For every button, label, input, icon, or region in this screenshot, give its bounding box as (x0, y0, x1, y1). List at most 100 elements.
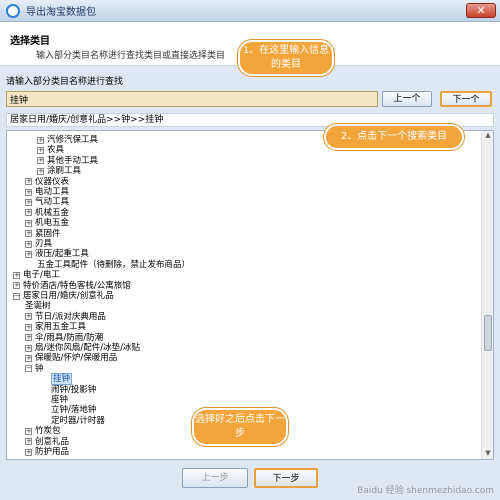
tree-item-label: 汽修汽保工具 (47, 135, 99, 145)
watermark: Baidu 经验 shenmezhidao.com (357, 486, 494, 496)
close-button[interactable]: ✕ (466, 3, 496, 18)
tree-item[interactable]: + 其他手动工具 (37, 156, 98, 166)
title-bar: 导出淘宝数据包 ✕ (0, 0, 500, 22)
tree-item[interactable]: + 电子/电工 (13, 270, 60, 280)
expand-icon[interactable]: + (25, 448, 32, 456)
expand-icon[interactable]: + (25, 240, 32, 248)
annotation-next-match-hint: 2、点击下一个搜索类目 (324, 124, 464, 150)
annotation-next-step-hint: 选择好之后点击下一步 (192, 408, 288, 446)
tree-item-label: 钟 (35, 363, 44, 374)
tree-item-label: 电动工具 (35, 187, 70, 197)
tree-item[interactable]: 定时器/计时器 (51, 416, 105, 426)
tree-item[interactable]: + 涂刷工具 (37, 166, 81, 176)
tree-item[interactable]: + 汽修汽保工具 (37, 135, 98, 145)
expand-icon[interactable]: + (25, 323, 32, 331)
tree-item[interactable]: 圣诞树 (25, 301, 51, 311)
tree-item[interactable]: 立钟/落地钟 (51, 405, 96, 415)
expand-icon[interactable]: + (25, 198, 32, 206)
expand-icon[interactable]: + (25, 344, 32, 352)
tree-scrollbar[interactable]: ▲ ▼ (481, 131, 493, 459)
expand-icon[interactable]: + (25, 188, 32, 196)
window-title: 导出淘宝数据包 (26, 7, 96, 18)
header-description: 输入部分类目名称进行查找类目或直接选择类目 (36, 51, 226, 61)
tree-item[interactable]: 挂钟 (51, 373, 73, 386)
tree-item[interactable]: + 电动工具 (25, 187, 69, 197)
expand-icon[interactable]: + (25, 178, 32, 186)
tree-item[interactable]: 座钟 (51, 395, 68, 405)
tree-item-label: 机械五金 (35, 207, 70, 218)
app-icon (6, 3, 20, 18)
tree-item[interactable]: + 机械五金 (25, 208, 69, 218)
expand-icon[interactable]: + (25, 313, 32, 321)
back-button[interactable]: 上一步 (182, 468, 248, 488)
next-match-button[interactable]: 下一个 (440, 91, 492, 107)
expand-icon[interactable]: + (13, 271, 20, 279)
tree-item-label: 气动工具 (35, 197, 70, 208)
tree-item[interactable]: − 居家日用/婚庆/创意礼品 (13, 291, 114, 301)
tree-item-label: 其他手动工具 (47, 155, 99, 166)
tree-item-label: 涂刷工具 (47, 166, 82, 177)
expand-icon[interactable]: + (25, 250, 32, 258)
collapse-icon[interactable]: − (25, 365, 32, 373)
scroll-down-icon[interactable]: ▼ (483, 449, 493, 459)
scrollbar-thumb[interactable] (484, 315, 492, 351)
tree-item[interactable]: + 保暖贴/怀炉/保暖用品 (25, 353, 117, 363)
tree-item-label: 防护用品 (35, 447, 70, 457)
tree-item-label: 居家日用/婚庆/创意礼品 (23, 291, 114, 301)
tree-item[interactable]: 五金工具配件（待删除，禁止发布商品） (37, 260, 190, 270)
tree-item-label: 特价酒店/特色客栈/公寓旅馆 (23, 280, 131, 291)
tree-item[interactable]: + 液压/起重工具 (25, 249, 89, 259)
collapse-icon[interactable]: − (13, 292, 20, 300)
tree-item[interactable]: + 节日/派对庆典用品 (25, 312, 106, 322)
tree-item-label: 座钟 (51, 395, 69, 405)
expand-icon[interactable]: + (37, 157, 44, 165)
expand-icon[interactable]: + (25, 219, 32, 227)
expand-icon[interactable]: + (37, 136, 44, 144)
search-prompt: 请输入部分类目名称进行查找 (6, 77, 124, 87)
expand-icon[interactable]: + (25, 427, 32, 435)
expand-icon[interactable]: + (25, 354, 32, 362)
tree-item-label: 农具 (47, 145, 65, 156)
tree-item[interactable]: + 扇/迷你风扇/配件/冰垫/冰贴 (25, 343, 140, 353)
tree-item[interactable]: + 特价酒店/特色客栈/公寓旅馆 (13, 281, 131, 291)
tree-item[interactable]: + 气动工具 (25, 197, 69, 207)
expand-icon[interactable]: + (25, 334, 32, 342)
tree-item[interactable]: 闹钟/投影钟 (51, 385, 96, 395)
tree-item-label: 扇/迷你风扇/配件/冰垫/冰贴 (35, 343, 140, 353)
expand-icon[interactable]: + (13, 282, 20, 290)
tree-item[interactable]: + 伞/雨具/防雨/防潮 (25, 333, 103, 343)
tree-item-label: 伞/雨具/防雨/防潮 (35, 332, 104, 343)
annotation-search-hint: 1、在这里输入信息的类目 (238, 40, 334, 76)
tree-item[interactable]: + 仪器仪表 (25, 177, 69, 187)
expand-icon[interactable]: + (25, 230, 32, 238)
tree-item[interactable]: − 钟 (25, 364, 44, 374)
tree-item[interactable]: + 创意礼品 (25, 437, 69, 447)
tree-item[interactable]: + 机电五金 (25, 218, 69, 228)
tree-item[interactable]: + 农具 (37, 145, 64, 155)
scroll-up-icon[interactable]: ▲ (483, 131, 493, 141)
header-title: 选择类目 (10, 36, 50, 47)
tree-item-label: 仪器仪表 (35, 176, 70, 187)
expand-icon[interactable]: + (37, 167, 44, 175)
tree-item-label: 机电五金 (35, 218, 70, 229)
tree-item-label: 电子/电工 (23, 270, 60, 281)
tree-item-label: 五金工具配件（待删除，禁止发布商品） (37, 259, 191, 270)
next-button[interactable]: 下一步 (254, 468, 318, 488)
expand-icon[interactable]: + (37, 146, 44, 154)
tree-item[interactable]: + 竹炭包 (25, 426, 61, 436)
tree-item[interactable]: + 刃具 (25, 239, 52, 249)
tree-item-label: 紧固件 (35, 228, 61, 239)
expand-icon[interactable]: + (25, 209, 32, 217)
tree-item[interactable]: + 家用五金工具 (25, 322, 86, 332)
tree-item-label: 家用五金工具 (35, 322, 87, 333)
expand-icon[interactable]: + (25, 438, 32, 446)
tree-item[interactable]: + 防护用品 (25, 447, 69, 457)
category-search-input[interactable] (6, 91, 378, 107)
tree-item-label: 节日/派对庆典用品 (35, 311, 106, 322)
previous-match-button[interactable]: 上一个 (382, 91, 432, 107)
tree-item-label: 创意礼品 (35, 436, 70, 447)
tree-item-label: 竹炭包 (35, 426, 61, 437)
tree-item-label: 圣诞树 (25, 301, 51, 312)
tree-item-label: 刃具 (35, 239, 53, 249)
tree-item[interactable]: + 紧固件 (25, 229, 61, 239)
